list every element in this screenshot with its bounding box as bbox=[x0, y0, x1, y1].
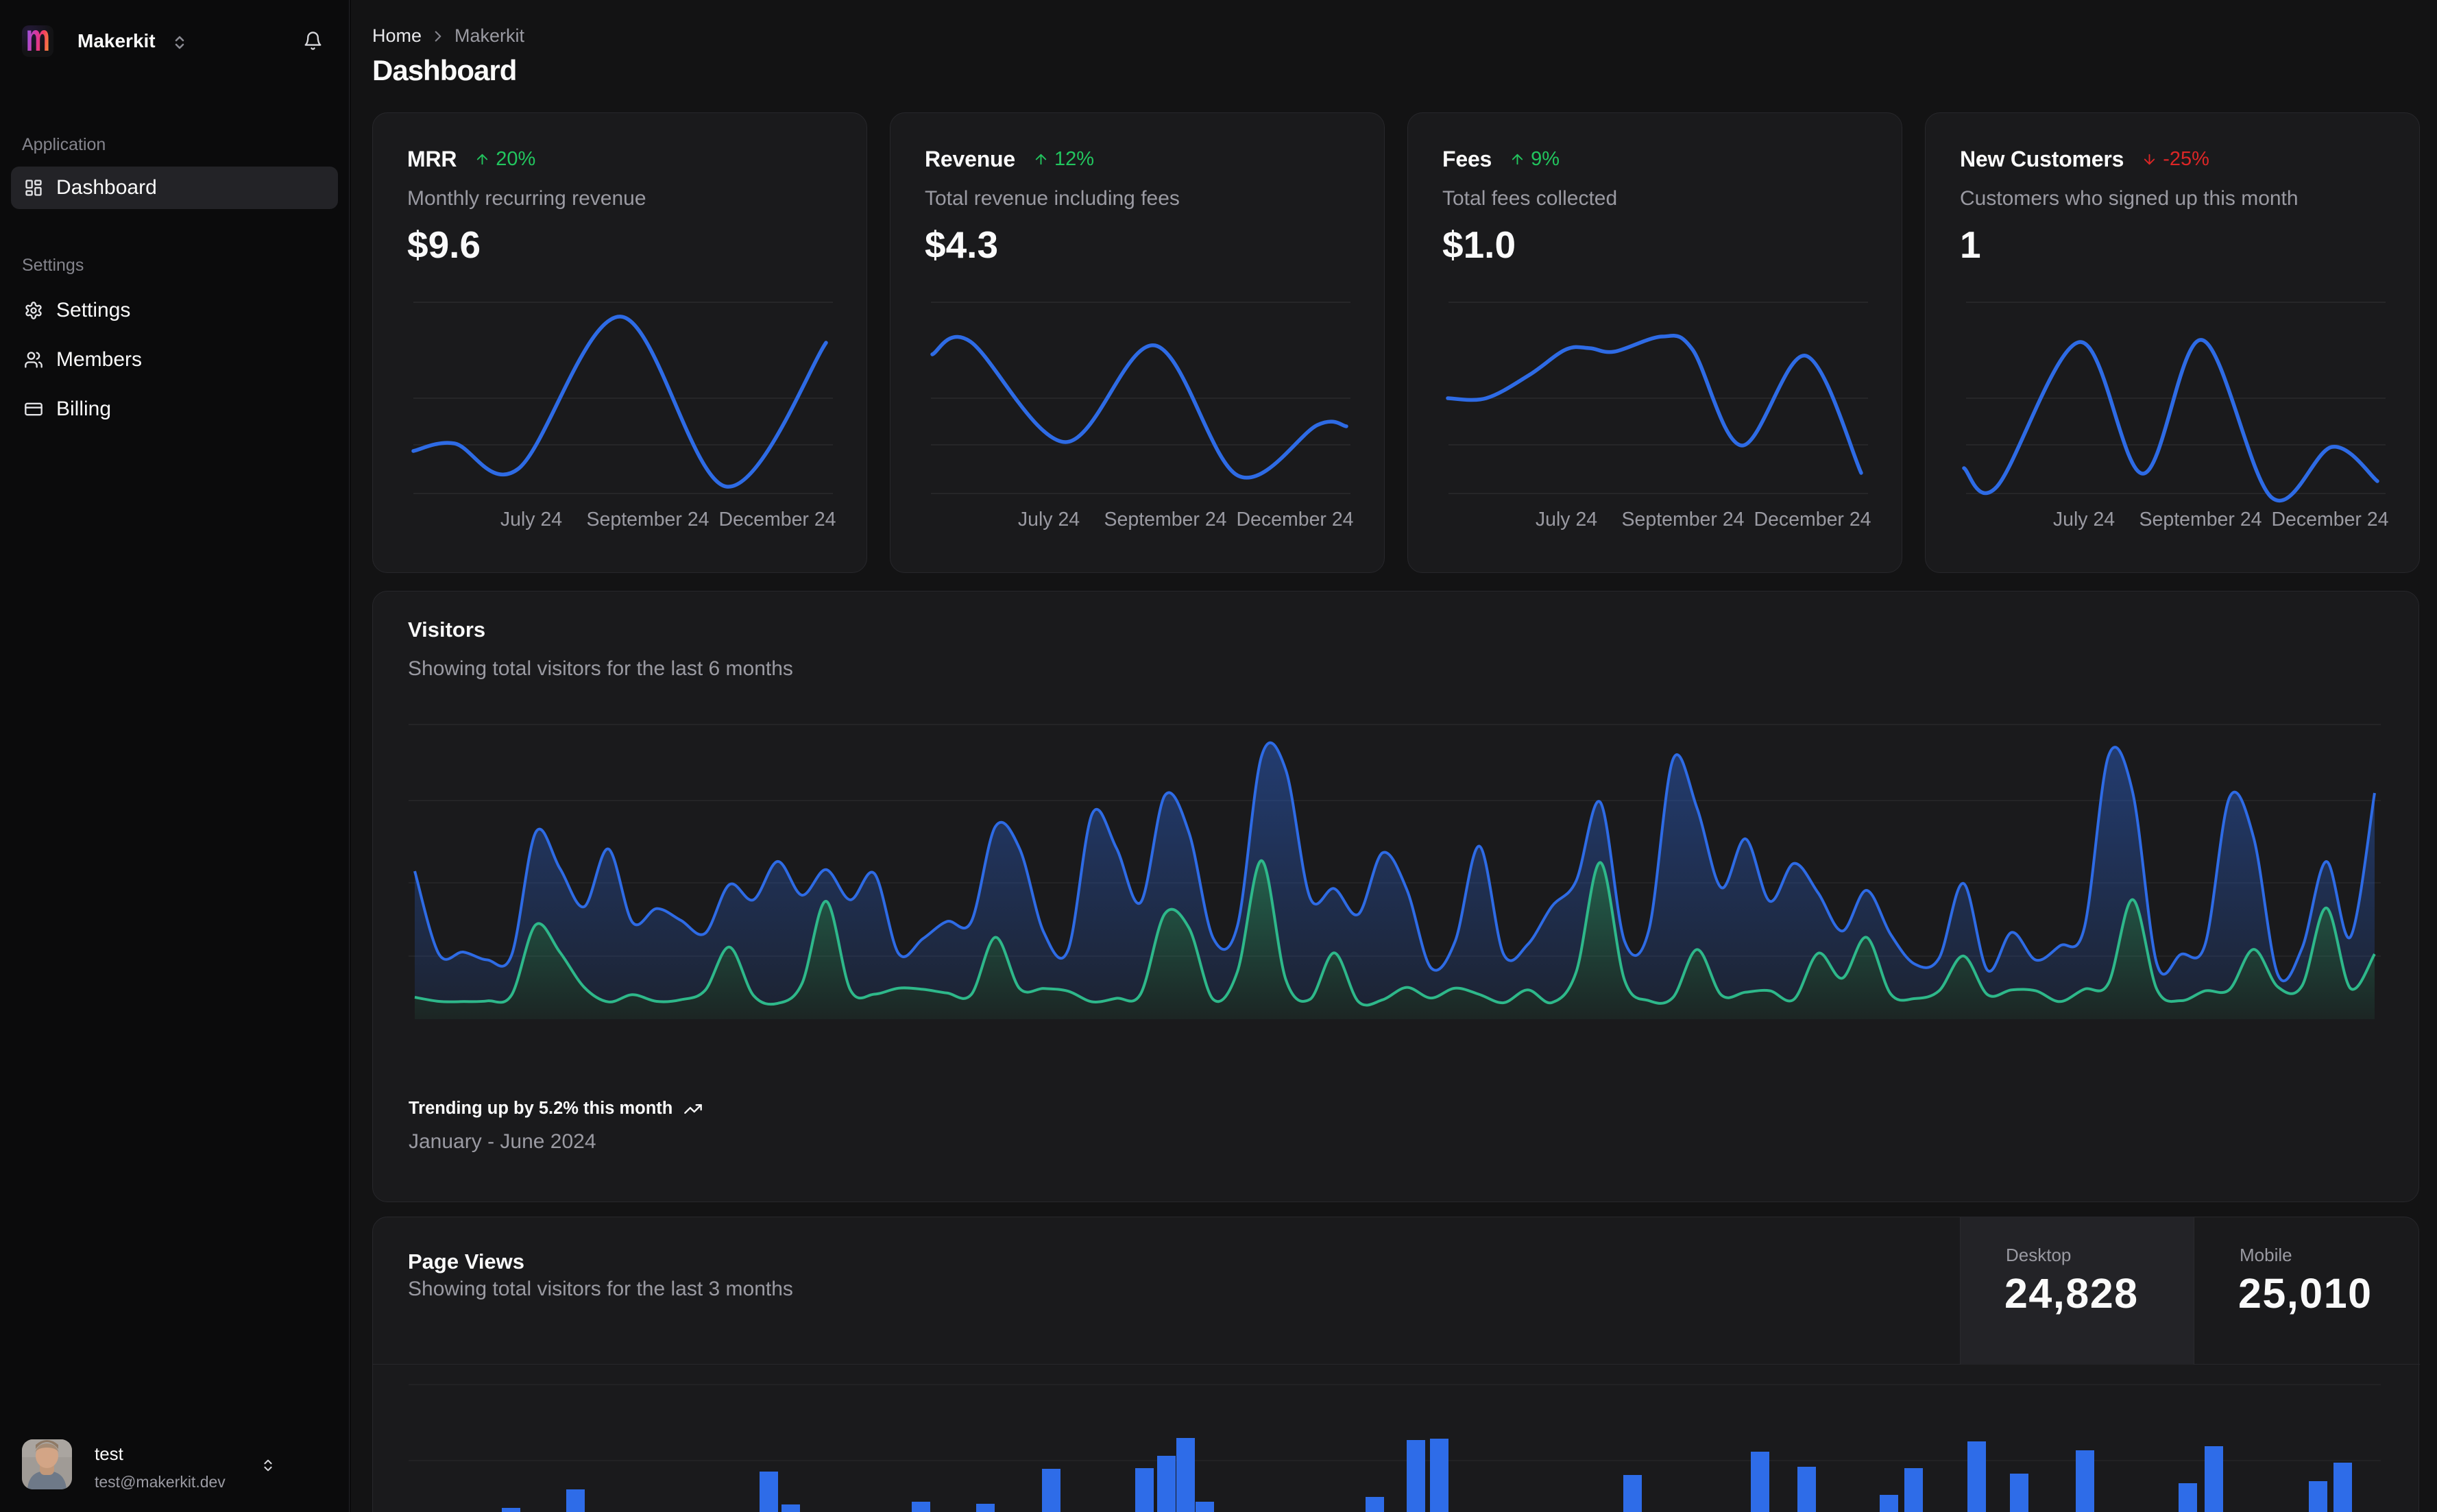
svg-text:July 24: July 24 bbox=[500, 509, 562, 531]
svg-text:September 24: September 24 bbox=[1104, 509, 1226, 531]
svg-text:September 24: September 24 bbox=[2139, 509, 2262, 531]
svg-text:December 24: December 24 bbox=[1754, 509, 1871, 531]
svg-text:September 24: September 24 bbox=[586, 509, 709, 531]
svg-text:December 24: December 24 bbox=[1236, 509, 1353, 531]
svg-text:December 24: December 24 bbox=[2271, 509, 2388, 531]
svg-text:September 24: September 24 bbox=[1621, 509, 1744, 531]
svg-text:December 24: December 24 bbox=[718, 509, 836, 531]
svg-text:July 24: July 24 bbox=[2053, 509, 2115, 531]
svg-text:July 24: July 24 bbox=[1018, 509, 1080, 531]
svg-text:July 24: July 24 bbox=[1536, 509, 1597, 531]
